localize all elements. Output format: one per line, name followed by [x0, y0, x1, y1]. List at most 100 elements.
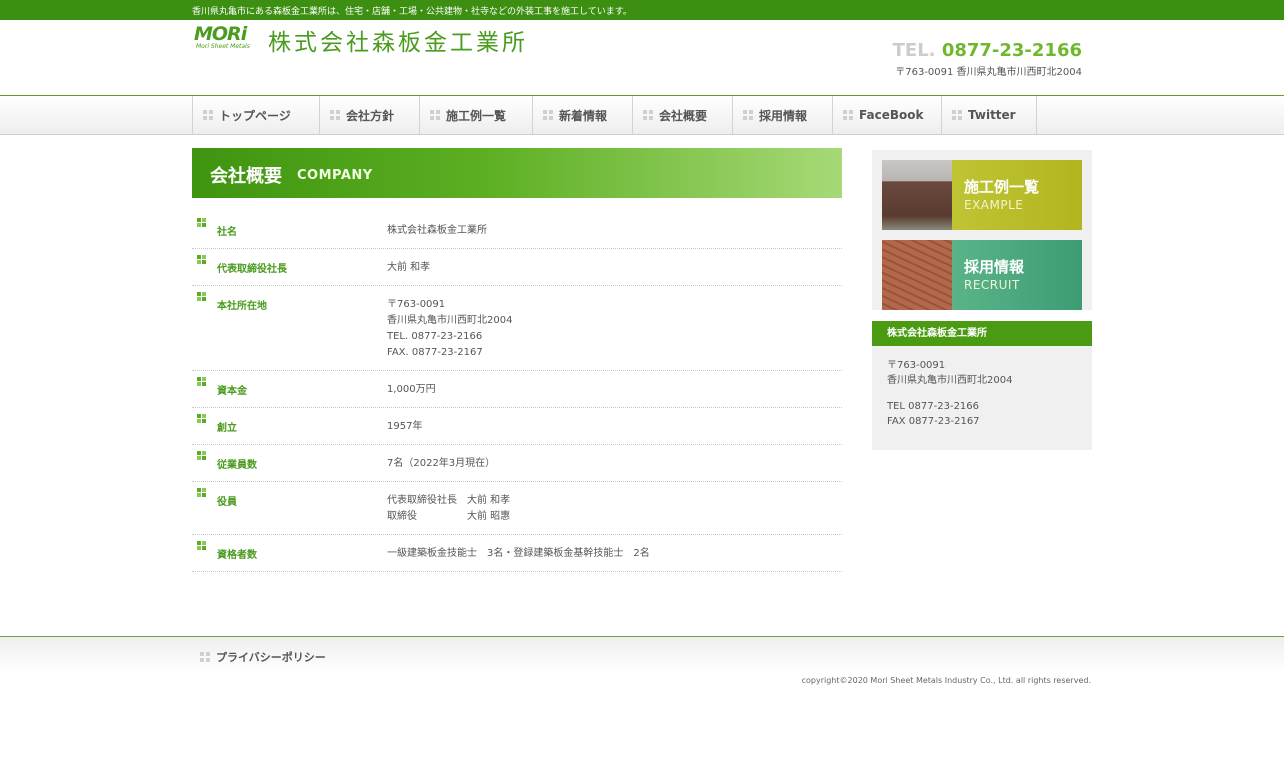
row-label: 本社所在地 [217, 301, 267, 312]
row-value: 大前 和孝 [387, 255, 842, 276]
row-value: 1,000万円 [387, 377, 842, 398]
banner-subtitle: RECRUIT [964, 278, 1020, 292]
value-line: 代表取締役社長 大前 和孝 [387, 495, 511, 506]
value-line: TEL. 0877-23-2166 [387, 331, 483, 342]
page-title-ja: 会社概要 [210, 166, 282, 187]
value-line: 大前 和孝 [387, 262, 431, 273]
row-label: 従業員数 [217, 460, 257, 471]
header-tel: TEL. 0877-23-2166 [893, 40, 1082, 61]
site-logo[interactable]: MORi Mori Sheet Metals 株式会社森板金工業所 [194, 23, 574, 56]
row-value: 代表取締役社長 大前 和孝 取締役 大前 昭惠 [387, 488, 842, 525]
nav-item-company[interactable]: 会社概要 [632, 96, 732, 134]
header-contact: TEL. 0877-23-2166 〒763-0091 香川県丸亀市川西町北20… [893, 40, 1082, 78]
tel-number[interactable]: 0877-23-2166 [942, 40, 1082, 61]
nav-item-label: 施工例一覧 [446, 108, 507, 123]
banner-examples-text: 施工例一覧 EXAMPLE [952, 160, 1082, 230]
table-row: 従業員数 7名（2022年3月現在） [192, 445, 842, 482]
top-bar: 香川県丸亀市にある森板金工業所は、住宅・店舗・工場・公共建物・社寺などの外装工事… [0, 0, 1284, 20]
bullet-grid-icon [197, 541, 206, 550]
main-content: 会社概要 COMPANY 社名 株式会社森板金工業所 代表取締役社長 大前 和孝… [192, 148, 842, 572]
nav-item-label: Twitter [968, 108, 1016, 122]
nav-item-top[interactable]: トップページ [192, 96, 319, 134]
global-nav: トップページ 会社方針 施工例一覧 新着情報 会社概要 採用情報 FaceBoo… [0, 95, 1284, 135]
bullet-grid-icon [197, 488, 206, 497]
grid-icon [430, 110, 440, 120]
bullet-grid-icon [197, 292, 206, 301]
grid-icon [203, 110, 213, 120]
row-label: 資本金 [217, 386, 247, 397]
nav-item-label: 会社概要 [659, 108, 708, 123]
site-tagline: 香川県丸亀市にある森板金工業所は、住宅・店舗・工場・公共建物・社寺などの外装工事… [192, 7, 632, 17]
nav-item-twitter[interactable]: Twitter [941, 96, 1037, 134]
table-row: 資格者数 一級建築板金技能士 3名・登録建築板金基幹技能士 2名 [192, 535, 842, 572]
row-label: 役員 [217, 497, 237, 508]
grid-icon [330, 110, 340, 120]
page-title-en: COMPANY [297, 168, 373, 183]
banner-box: 施工例一覧 EXAMPLE 採用情報 RECRUIT [872, 150, 1092, 310]
grid-icon [843, 110, 853, 120]
nav-item-label: 採用情報 [759, 108, 808, 123]
logo-mark: MORi [194, 23, 247, 45]
sidebar: 施工例一覧 EXAMPLE 採用情報 RECRUIT 株式会社森板金工業所 〒7… [872, 150, 1092, 450]
value-line: 取締役 大前 昭惠 [387, 511, 511, 522]
table-row: 代表取締役社長 大前 和孝 [192, 249, 842, 286]
banner-recruit-text: 採用情報 RECRUIT [952, 240, 1082, 310]
company-fax: FAX 0877-23-2167 [887, 416, 980, 427]
table-row: 創立 1957年 [192, 408, 842, 445]
nav-item-recruit[interactable]: 採用情報 [732, 96, 832, 134]
bullet-grid-icon [197, 377, 206, 386]
row-value: 7名（2022年3月現在） [387, 451, 842, 472]
company-postal: 〒763-0091 [887, 360, 946, 371]
company-box-title: 株式会社森板金工業所 [872, 321, 1092, 346]
privacy-policy-label: プライバシーポリシー [216, 651, 326, 664]
value-line: 7名（2022年3月現在） [387, 458, 496, 469]
nav-item-news[interactable]: 新着情報 [532, 96, 632, 134]
bullet-grid-icon [197, 451, 206, 460]
company-box-body: 〒763-0091 香川県丸亀市川西町北2004 TEL 0877-23-216… [872, 346, 1092, 450]
nav-item-label: トップページ [219, 108, 291, 123]
value-line: 一級建築板金技能士 3名・登録建築板金基幹技能士 2名 [387, 548, 650, 559]
bullet-grid-icon [197, 218, 206, 227]
grid-icon [743, 110, 753, 120]
nav-item-label: 新着情報 [559, 108, 608, 123]
nav-item-facebook[interactable]: FaceBook [832, 96, 941, 134]
banner-subtitle: EXAMPLE [964, 198, 1024, 212]
value-line: 1957年 [387, 421, 423, 432]
table-row: 本社所在地 〒763-0091 香川県丸亀市川西町北2004 TEL. 0877… [192, 286, 842, 371]
row-value: 株式会社森板金工業所 [387, 218, 842, 239]
grid-icon [952, 110, 962, 120]
nav-list: トップページ 会社方針 施工例一覧 新着情報 会社概要 採用情報 FaceBoo… [192, 96, 1037, 134]
table-row: 役員 代表取締役社長 大前 和孝 取締役 大前 昭惠 [192, 482, 842, 535]
company-address: 香川県丸亀市川西町北2004 [887, 375, 1013, 386]
footer: プライバシーポリシー [0, 636, 1284, 673]
value-line: 香川県丸亀市川西町北2004 [387, 315, 513, 326]
privacy-policy-link[interactable]: プライバシーポリシー [200, 649, 326, 665]
banner-recruit[interactable]: 採用情報 RECRUIT [882, 240, 1082, 310]
nav-item-policy[interactable]: 会社方針 [319, 96, 419, 134]
company-info-box: 株式会社森板金工業所 〒763-0091 香川県丸亀市川西町北2004 TEL … [872, 321, 1092, 450]
bullet-grid-icon [197, 414, 206, 423]
tel-label: TEL. [892, 40, 936, 61]
banner-examples[interactable]: 施工例一覧 EXAMPLE [882, 160, 1082, 230]
building-photo [882, 160, 952, 230]
grid-icon [200, 652, 210, 662]
row-value: 一級建築板金技能士 3名・登録建築板金基幹技能士 2名 [387, 541, 842, 562]
page-title: 会社概要 COMPANY [192, 148, 842, 198]
roof-photo [882, 240, 952, 310]
nav-item-examples[interactable]: 施工例一覧 [419, 96, 532, 134]
row-value: 〒763-0091 香川県丸亀市川西町北2004 TEL. 0877-23-21… [387, 292, 842, 361]
banner-title: 採用情報 [964, 258, 1025, 276]
company-name: 株式会社森板金工業所 [268, 30, 528, 56]
grid-icon [543, 110, 553, 120]
row-label: 代表取締役社長 [217, 264, 287, 275]
table-row: 社名 株式会社森板金工業所 [192, 212, 842, 249]
row-label: 創立 [217, 423, 237, 434]
banner-title: 施工例一覧 [964, 178, 1040, 196]
company-tel[interactable]: TEL 0877-23-2166 [887, 399, 1077, 414]
nav-item-label: FaceBook [859, 108, 924, 122]
nav-item-label: 会社方針 [346, 108, 395, 123]
row-value: 1957年 [387, 414, 842, 435]
value-line: FAX. 0877-23-2167 [387, 347, 483, 358]
company-info-table: 社名 株式会社森板金工業所 代表取締役社長 大前 和孝 本社所在地 〒763-0… [192, 212, 842, 572]
